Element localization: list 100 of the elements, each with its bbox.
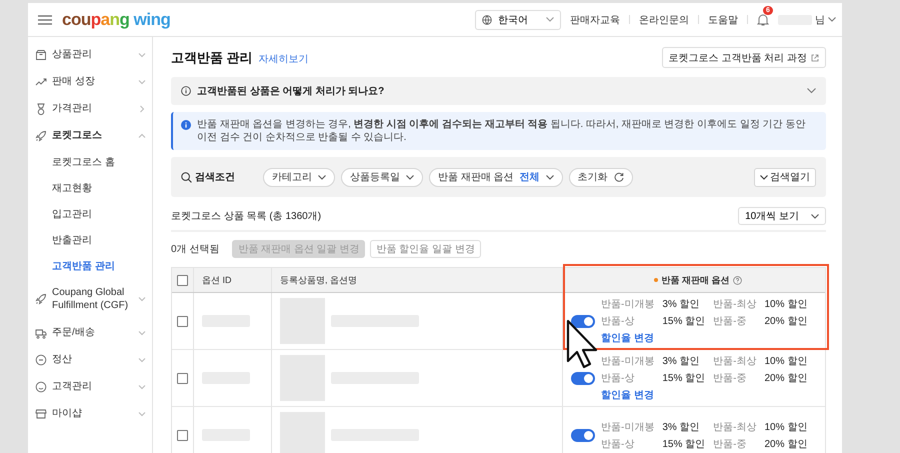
chevron-up-icon (138, 132, 146, 140)
header-link[interactable]: 판매자교육 (570, 12, 620, 26)
chevron-down-icon (138, 382, 146, 390)
filter-dropdown[interactable]: 상품등록일 (341, 168, 423, 186)
list-title: 로켓그로스 상품 목록 (총 1360개) (171, 210, 322, 223)
row-checkbox[interactable] (177, 316, 188, 326)
sidebar-subitem[interactable]: 재고현황 (28, 175, 152, 201)
grade-label: 반품-상 (601, 438, 636, 450)
page-title: 고객반품 관리 (171, 48, 253, 66)
select-all-checkbox[interactable] (177, 274, 188, 286)
sidebar-item[interactable]: 마이샵 (28, 400, 152, 427)
help-icon[interactable] (732, 276, 742, 284)
sidebar-subitem[interactable]: 로켓그로스 홈 (28, 149, 152, 175)
sidebar-subitem[interactable]: 고객반품 관리 (28, 253, 152, 279)
chevron-down-icon (138, 78, 146, 86)
chevron-down-icon (760, 174, 768, 180)
medal-icon (35, 102, 47, 114)
row-checkbox[interactable] (177, 430, 188, 440)
truck-icon (35, 326, 47, 338)
grade-label: 반품-미개봉 (601, 420, 654, 434)
external-link-icon (811, 54, 819, 62)
column-header: 반품 재판매 옵션 (563, 268, 825, 292)
globe-icon (482, 14, 492, 24)
chevron-down-icon (807, 88, 816, 94)
sidebar-item[interactable]: 로켓그로스 (28, 122, 152, 149)
sidebar-item[interactable]: 정산 (28, 346, 152, 373)
toggle-switch[interactable] (571, 428, 595, 442)
logo[interactable]: coupang wing (62, 10, 170, 30)
header-link[interactable]: 온라인문의 (639, 12, 689, 26)
sidebar-item[interactable]: 고객관리 (28, 373, 152, 400)
detail-link[interactable]: 자세히보기 (258, 52, 309, 66)
chevron-down-icon (138, 50, 146, 58)
grade-label: 반품-중 (713, 438, 748, 450)
info-icon (181, 86, 191, 96)
column-header: 옵션 ID (194, 268, 272, 292)
sidebar-item[interactable]: 가격관리 (28, 95, 152, 122)
change-rate-link[interactable]: 할인율 변경 (601, 331, 808, 345)
grade-label: 반품-최상 (713, 355, 756, 368)
sidebar-item[interactable]: 상품관리 (28, 41, 152, 68)
grade-label: 반품-최상 (713, 298, 756, 311)
rocket-icon (35, 130, 47, 142)
bell-icon[interactable] (757, 13, 769, 26)
refresh-icon (614, 172, 624, 182)
grade-label: 반품-중 (713, 372, 748, 385)
column-header: 등록상품명, 옵션명 (272, 268, 563, 292)
box-icon (35, 48, 47, 60)
faq-bar[interactable]: 고객반품된 상품은 어떻게 처리가 되나요? (171, 77, 826, 105)
toggle-switch[interactable] (571, 314, 595, 328)
header-link[interactable]: 도움말 (708, 12, 738, 26)
grade-label: 반품-미개봉 (601, 298, 654, 311)
discount-rate: 15% 할인 (662, 438, 706, 450)
change-rate-link[interactable]: 할인율 변경 (601, 388, 808, 402)
smile-icon (35, 380, 47, 392)
menu-icon[interactable] (38, 14, 52, 24)
info-icon (181, 120, 191, 130)
sidebar-item[interactable]: 판매 성장 (28, 68, 152, 95)
discount-rate: 10% 할인 (764, 298, 808, 311)
sidebar-item[interactable]: 주문/배송 (28, 319, 152, 346)
discount-rate: 3% 할인 (662, 420, 701, 434)
sidebar-subitem[interactable]: 반출관리 (28, 227, 152, 253)
chevron-down-icon (138, 295, 146, 303)
sidebar-subitem[interactable]: 입고관리 (28, 201, 152, 227)
filter-dropdown[interactable]: 반품 재판매 옵션 전체 (429, 168, 563, 186)
toggle-switch[interactable] (571, 372, 595, 384)
page-size-select[interactable]: 10개씩 보기 (738, 207, 826, 225)
coin-icon (35, 354, 47, 366)
rocket-icon (35, 293, 47, 305)
chevron-down-icon (811, 214, 819, 218)
discount-rate: 15% 할인 (662, 315, 706, 328)
trend-chart-icon (35, 76, 47, 88)
chevron-down-icon (138, 328, 146, 336)
discount-rate: 3% 할인 (662, 355, 701, 368)
bulk-change-button[interactable]: 반품 할인율 일괄 변경 (370, 240, 481, 258)
grade-label: 반품-최상 (713, 420, 756, 434)
discount-rate: 15% 할인 (662, 372, 706, 385)
search-open-button[interactable]: 검색열기 (754, 168, 816, 186)
chevron-down-icon (406, 174, 414, 180)
faq-question: 고객반품된 상품은 어떻게 처리가 되나요? (197, 85, 386, 98)
discount-rate: 10% 할인 (764, 420, 808, 434)
grade-label: 반품-중 (713, 315, 748, 328)
selected-count: 0개 선택됨 (171, 243, 220, 256)
grade-label: 반품-상 (601, 372, 636, 385)
discount-rate: 20% 할인 (764, 372, 808, 385)
discount-rate: 20% 할인 (764, 315, 808, 328)
language-select[interactable]: 한국어 (475, 10, 561, 30)
filter-dropdown[interactable]: 카테고리 (263, 168, 335, 186)
user-menu[interactable]: 님 (778, 12, 836, 26)
chevron-down-icon (546, 174, 554, 180)
process-button[interactable]: 로켓그로스 고객반품 처리 과정 (662, 47, 826, 68)
discount-rate: 3% 할인 (662, 298, 701, 311)
search-label: 검색조건 (195, 171, 235, 184)
sidebar-item[interactable]: Coupang Global Fulfillment (CGF) (28, 279, 152, 319)
chevron-down-icon (318, 174, 326, 180)
notice-text: 반품 재판매 옵션을 변경하는 경우, 변경한 시점 이후에 검수되는 재고부터 적용 됩니다. 따라서, 재판매로 변경한 이후에도 일정 기간 동안 이전 검수 건이 순차적으로 반출될 수 있습니다. (197, 118, 806, 144)
reset-button[interactable]: 초기화 (568, 168, 633, 186)
chevron-right-icon (138, 104, 146, 112)
chevron-down-icon (138, 410, 146, 418)
grade-label: 반품-미개봉 (601, 355, 654, 368)
search-icon (181, 172, 192, 182)
row-checkbox[interactable] (177, 372, 188, 384)
